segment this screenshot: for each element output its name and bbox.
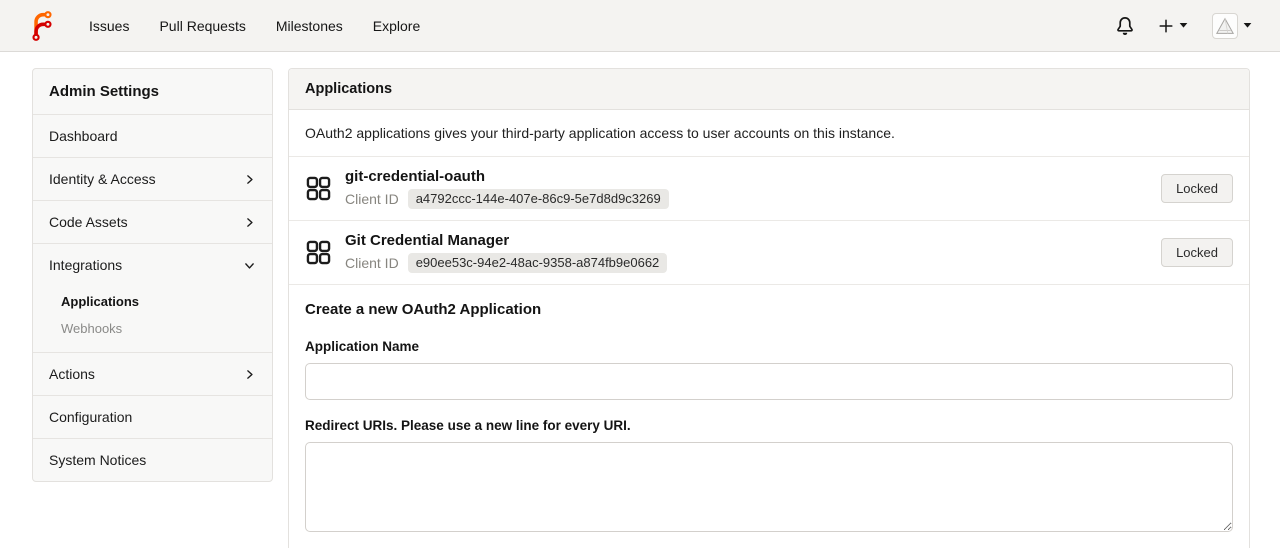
sidebar-item-code-assets[interactable]: Code Assets — [33, 200, 272, 243]
forgejo-logo-icon — [32, 10, 52, 41]
navbar-right — [1112, 9, 1256, 43]
avatar — [1212, 12, 1238, 39]
bell-icon — [1117, 16, 1133, 35]
sidebar-item-actions[interactable]: Actions — [33, 352, 272, 395]
create-form-heading: Create a new OAuth2 Application — [305, 301, 542, 318]
app-info: git-credential-oauth Client ID a4792ccc-… — [345, 168, 1148, 209]
sidebar-item-system-notices[interactable]: System Notices — [33, 438, 272, 481]
sidebar-item-webhooks[interactable]: Webhooks — [33, 315, 272, 342]
chevron-right-icon — [243, 173, 256, 186]
forgejo-logo[interactable] — [26, 10, 58, 42]
apps-grid-icon — [305, 175, 332, 202]
caret-down-icon — [1179, 23, 1188, 28]
sidebar-item-applications[interactable]: Applications — [33, 288, 272, 315]
applications-panel: Applications OAuth2 applications gives y… — [288, 68, 1250, 548]
application-name-input[interactable] — [305, 363, 1233, 400]
sidebar-item-label: System Notices — [49, 452, 147, 468]
chevron-down-icon — [243, 259, 256, 272]
panel-title: Applications — [289, 69, 1249, 110]
create-new-dropdown[interactable] — [1154, 14, 1192, 38]
sidebar-item-label: Integrations — [49, 257, 123, 273]
oauth2-app-row: Git Credential Manager Client ID e90ee53… — [289, 221, 1249, 285]
top-navbar: Issues Pull Requests Milestones Explore — [0, 0, 1280, 52]
notifications-button[interactable] — [1112, 13, 1138, 39]
app-name-link[interactable]: Git Credential Manager — [345, 232, 1148, 249]
locked-button[interactable]: Locked — [1161, 238, 1233, 267]
admin-settings-layout: Admin Settings Dashboard Identity & Acce… — [0, 52, 1280, 548]
nav-link-issues[interactable]: Issues — [74, 10, 144, 42]
sidebar-item-label: Configuration — [49, 409, 133, 425]
nav-link-pull-requests[interactable]: Pull Requests — [144, 10, 260, 42]
oauth2-description: OAuth2 applications gives your third-par… — [289, 110, 1249, 157]
apps-grid-icon — [305, 239, 332, 266]
app-info: Git Credential Manager Client ID e90ee53… — [345, 232, 1148, 273]
app-name-link[interactable]: git-credential-oauth — [345, 168, 1148, 185]
avatar-triangle-icon — [1215, 17, 1235, 34]
nav-link-explore[interactable]: Explore — [358, 10, 435, 42]
field-gap — [305, 400, 1233, 418]
sidebar-item-configuration[interactable]: Configuration — [33, 395, 272, 438]
oauth2-app-row: git-credential-oauth Client ID a4792ccc-… — [289, 157, 1249, 221]
client-id-value: e90ee53c-94e2-48ac-9358-a874fb9e0662 — [407, 253, 668, 273]
sidebar-item-identity-access[interactable]: Identity & Access — [33, 157, 272, 200]
client-id-row: Client ID e90ee53c-94e2-48ac-9358-a874fb… — [345, 253, 1148, 273]
plus-icon — [1159, 18, 1173, 33]
locked-button[interactable]: Locked — [1161, 174, 1233, 203]
sidebar-item-label: Identity & Access — [49, 171, 156, 187]
user-menu-dropdown[interactable] — [1208, 9, 1256, 43]
sidebar-integrations-submenu: Applications Webhooks — [33, 286, 272, 352]
create-oauth2-form: Create a new OAuth2 Application Applicat… — [289, 285, 1249, 548]
sidebar-item-dashboard[interactable]: Dashboard — [33, 114, 272, 157]
client-id-label: Client ID — [345, 191, 399, 207]
client-id-row: Client ID a4792ccc-144e-407e-86c9-5e7d8d… — [345, 189, 1148, 209]
sidebar-item-label: Dashboard — [49, 128, 118, 144]
client-id-value: a4792ccc-144e-407e-86c9-5e7d8d9c3269 — [407, 189, 669, 209]
chevron-right-icon — [243, 368, 256, 381]
sidebar-item-integrations[interactable]: Integrations — [33, 243, 272, 286]
application-name-label: Application Name — [305, 339, 420, 354]
redirect-uris-label: Redirect URIs. Please use a new line for… — [305, 418, 631, 433]
sidebar-title: Admin Settings — [49, 83, 160, 100]
chevron-right-icon — [243, 216, 256, 229]
sidebar-item-label: Code Assets — [49, 214, 128, 230]
nav-link-milestones[interactable]: Milestones — [261, 10, 358, 42]
sidebar-item-label: Actions — [49, 366, 95, 382]
admin-settings-sidebar: Admin Settings Dashboard Identity & Acce… — [32, 68, 273, 482]
client-id-label: Client ID — [345, 255, 399, 271]
caret-down-icon — [1243, 23, 1252, 28]
redirect-uris-textarea[interactable] — [305, 442, 1233, 532]
